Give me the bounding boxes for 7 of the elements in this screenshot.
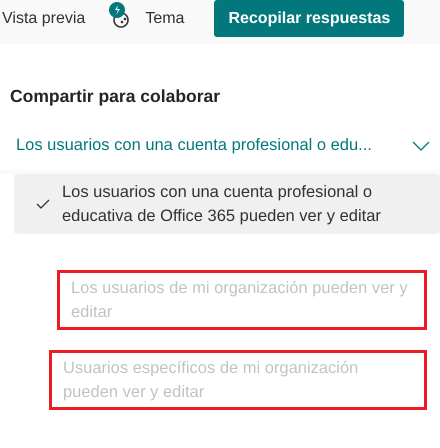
sharing-dropdown[interactable]: Los usuarios con una cuenta profesional o edu... xyxy=(16,136,430,155)
collect-responses-button[interactable]: Recopilar respuestas xyxy=(214,0,404,37)
checkmark-icon xyxy=(36,199,50,209)
theme-link[interactable]: Tema xyxy=(145,10,184,28)
preview-link[interactable]: Vista previa xyxy=(2,10,86,28)
sharing-option[interactable]: Los usuarios con una cuenta profesional o educativa de Office 365 pueden ver y editar xyxy=(14,174,440,234)
section-title: Compartir para colaborar xyxy=(10,86,222,107)
